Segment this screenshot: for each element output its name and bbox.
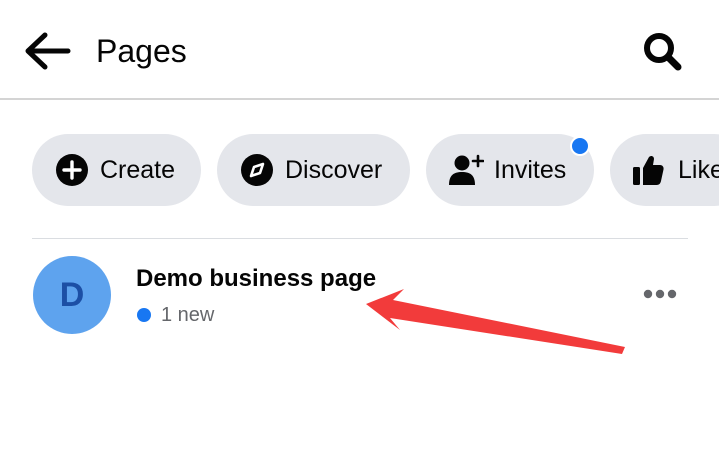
chip-likes[interactable]: Likes bbox=[610, 134, 719, 206]
chip-invites-label: Invites bbox=[494, 156, 567, 184]
avatar-letter: D bbox=[59, 276, 85, 314]
search-button[interactable] bbox=[640, 30, 686, 74]
filter-chips: Create Discover Invites Likes bbox=[0, 134, 719, 206]
chip-discover[interactable]: Discover bbox=[217, 134, 410, 206]
new-indicator-dot bbox=[137, 308, 151, 322]
more-options-button[interactable] bbox=[636, 282, 684, 306]
page-title: Pages bbox=[96, 33, 187, 69]
search-icon bbox=[644, 33, 682, 71]
arrow-left-icon bbox=[25, 32, 71, 70]
divider bbox=[32, 238, 688, 239]
chip-likes-label: Likes bbox=[678, 156, 719, 184]
chip-discover-label: Discover bbox=[285, 156, 383, 184]
chip-create[interactable]: Create bbox=[32, 134, 201, 206]
back-button[interactable] bbox=[22, 28, 72, 74]
notification-dot bbox=[570, 136, 590, 156]
plus-circle-icon bbox=[56, 154, 88, 186]
avatar[interactable]: D bbox=[33, 256, 111, 334]
thumbs-up-icon bbox=[633, 155, 664, 185]
more-horizontal-icon bbox=[643, 289, 677, 299]
page-name: Demo business page bbox=[136, 265, 377, 292]
page-list-item[interactable]: D Demo business page 1 new bbox=[0, 246, 719, 342]
add-person-icon bbox=[449, 154, 484, 185]
chip-create-label: Create bbox=[100, 156, 176, 184]
compass-icon bbox=[241, 154, 273, 186]
chip-invites[interactable]: Invites bbox=[426, 134, 594, 206]
new-count: 1 new bbox=[161, 304, 215, 326]
top-app-bar: Pages bbox=[0, 0, 719, 100]
